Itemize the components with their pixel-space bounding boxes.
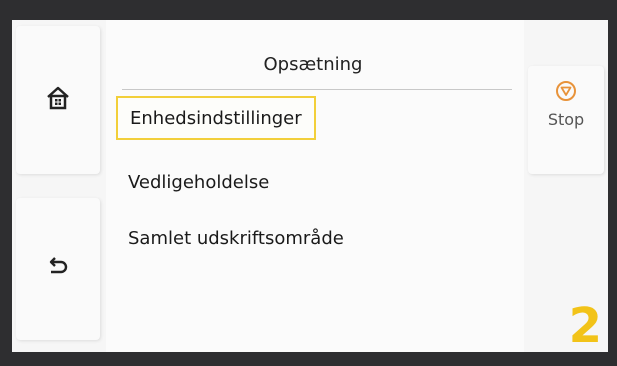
page-title: Opsætning bbox=[263, 54, 363, 75]
stop-button[interactable]: Stop bbox=[528, 66, 604, 174]
menu-item-samlet-udskriftsomraade[interactable]: Samlet udskriftsområde bbox=[116, 216, 356, 260]
menu-item-vedligeholdelse[interactable]: Vedligeholdelse bbox=[116, 160, 281, 204]
home-button[interactable] bbox=[16, 26, 100, 174]
home-icon bbox=[45, 85, 71, 115]
back-arrow-icon bbox=[46, 257, 70, 281]
back-button[interactable] bbox=[16, 198, 100, 340]
stop-label: Stop bbox=[547, 110, 585, 129]
title-divider bbox=[122, 89, 512, 90]
step-number-badge: 2 bbox=[568, 298, 602, 352]
touch-screen: Opsætning Enhedsindstillinger Vedligehol… bbox=[12, 20, 608, 352]
stop-icon bbox=[555, 80, 577, 106]
menu-item-enhedsindstillinger[interactable]: Enhedsindstillinger bbox=[116, 96, 316, 140]
left-nav-panel bbox=[12, 20, 106, 352]
